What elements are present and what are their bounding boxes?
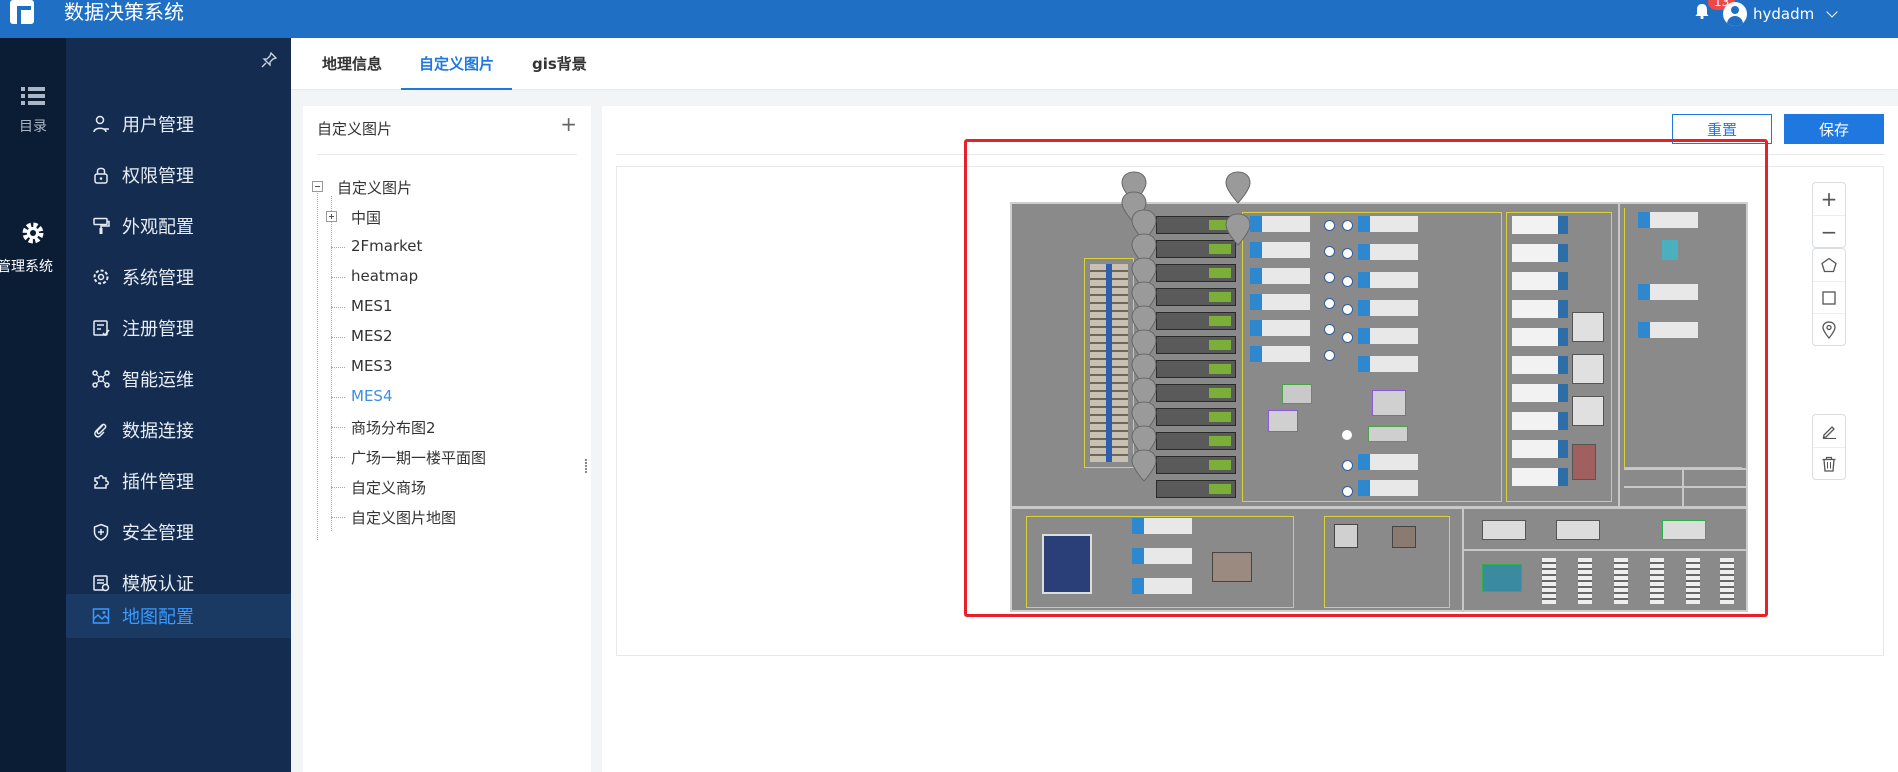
trash-icon[interactable] — [1813, 447, 1845, 479]
tab-geo-info[interactable]: 地理信息 — [322, 38, 382, 90]
rail-label-management: 管理系统 — [0, 259, 53, 275]
tree-item[interactable]: 自定义图片地图 — [351, 507, 456, 528]
rectangle-icon[interactable] — [1813, 281, 1845, 313]
menu-label: 外观配置 — [122, 217, 194, 238]
divider — [317, 154, 577, 155]
tab-bar: 地理信息 自定义图片 gis背景 — [291, 38, 1898, 90]
tree-guide — [331, 277, 345, 278]
template-icon — [90, 572, 112, 594]
tree-item[interactable]: 广场一期一楼平面图 — [351, 447, 486, 468]
app-title: 数据决策系统 — [64, 0, 184, 24]
rail-item-management[interactable]: 管理系统 — [0, 220, 66, 276]
app-logo — [10, 0, 34, 24]
user-icon — [90, 113, 112, 135]
tab-gis-background[interactable]: gis背景 — [532, 38, 587, 90]
tree-guide — [317, 188, 318, 540]
save-button[interactable]: 保存 — [1784, 114, 1884, 144]
chevron-down-icon — [1826, 6, 1838, 18]
menu-label: 地图配置 — [122, 607, 194, 628]
tree-root[interactable]: 自定义图片 — [337, 177, 412, 198]
tree-guide — [331, 337, 345, 338]
menu-item-user-management[interactable]: 用户管理 — [66, 102, 291, 146]
menu-item-smart-ops[interactable]: 智能运维 — [66, 357, 291, 401]
tree-guide — [331, 307, 345, 308]
zoom-in-icon[interactable]: + — [1813, 183, 1845, 215]
top-bar: 数据决策系统 13 hydadm — [0, 0, 1898, 38]
menu-label: 注册管理 — [122, 319, 194, 340]
tree-item[interactable]: 自定义商场 — [351, 477, 426, 498]
zoom-out-icon[interactable]: − — [1813, 215, 1845, 247]
shield-icon — [90, 521, 112, 543]
tree-guide — [331, 517, 345, 518]
menu-item-security-management[interactable]: 安全管理 — [66, 510, 291, 554]
user-menu[interactable]: hydadm — [1723, 2, 1893, 26]
tree-item[interactable]: MES3 — [351, 357, 392, 375]
panel-title: 自定义图片 — [317, 120, 393, 138]
menu-label: 模板认证 — [122, 574, 194, 595]
network-icon — [90, 368, 112, 390]
menu-label: 智能运维 — [122, 370, 194, 391]
menu-item-registration-management[interactable]: 注册管理 — [66, 306, 291, 350]
puzzle-icon — [90, 470, 112, 492]
edit-toolbar — [1812, 414, 1846, 480]
tree-guide — [331, 247, 345, 248]
marker-icon[interactable] — [1813, 313, 1845, 345]
username: hydadm — [1753, 5, 1815, 23]
add-icon[interactable]: + — [560, 112, 577, 136]
side-menu: 用户管理 权限管理 外观配置 系统管理 注册管理 智能运维 数据连接 插件管理 … — [66, 38, 291, 772]
lock-icon — [90, 164, 112, 186]
polygon-icon[interactable] — [1813, 249, 1845, 281]
link-icon — [90, 419, 112, 441]
rail-item-directory[interactable]: 目录 — [0, 86, 66, 136]
draw-toolbar — [1812, 248, 1846, 346]
tab-custom-image[interactable]: 自定义图片 — [401, 38, 513, 90]
menu-item-map-config[interactable]: 地图配置 — [66, 594, 291, 638]
list-icon — [21, 87, 45, 105]
tree-item[interactable]: 商场分布图2 — [351, 417, 436, 438]
menu-item-permission-management[interactable]: 权限管理 — [66, 153, 291, 197]
tree-guide — [331, 457, 345, 458]
left-rail: 目录 管理系统 — [0, 38, 66, 772]
avatar — [1723, 2, 1747, 26]
tree-item[interactable]: MES1 — [351, 297, 392, 315]
tree-guide — [331, 367, 345, 368]
gear-icon — [22, 222, 44, 244]
tree-item[interactable]: 中国 — [351, 207, 381, 228]
collapse-icon[interactable] — [312, 181, 323, 192]
menu-item-appearance-config[interactable]: 外观配置 — [66, 204, 291, 248]
settings-icon — [90, 266, 112, 288]
tree-item[interactable]: MES2 — [351, 327, 392, 345]
tree-item[interactable]: 2Fmarket — [351, 237, 422, 255]
menu-item-system-management[interactable]: 系统管理 — [66, 255, 291, 299]
menu-label: 用户管理 — [122, 115, 194, 136]
menu-item-plugin-management[interactable]: 插件管理 — [66, 459, 291, 503]
tree-item[interactable]: heatmap — [351, 267, 418, 285]
edit-icon[interactable] — [1813, 415, 1845, 447]
tree-guide — [331, 487, 345, 488]
panel-resize-handle[interactable] — [583, 458, 589, 476]
image-tree-panel: 自定义图片 + 自定义图片 中国 2Fmarket heatmap MES1 M… — [303, 106, 591, 772]
menu-label: 权限管理 — [122, 166, 194, 187]
highlight-frame — [964, 139, 1768, 617]
tree-guide — [331, 427, 345, 428]
register-icon — [90, 317, 112, 339]
map-icon — [90, 605, 112, 627]
pin-icon[interactable] — [261, 52, 277, 68]
menu-label: 插件管理 — [122, 472, 194, 493]
menu-item-data-connection[interactable]: 数据连接 — [66, 408, 291, 452]
menu-label: 数据连接 — [122, 421, 194, 442]
tree-guide — [331, 397, 345, 398]
brush-icon — [90, 215, 112, 237]
zoom-toolbar: + − — [1812, 182, 1846, 248]
menu-label: 系统管理 — [122, 268, 194, 289]
expand-icon[interactable] — [326, 211, 337, 222]
tree-item-selected[interactable]: MES4 — [351, 387, 392, 405]
menu-label: 安全管理 — [122, 523, 194, 544]
rail-label-directory: 目录 — [19, 119, 47, 135]
